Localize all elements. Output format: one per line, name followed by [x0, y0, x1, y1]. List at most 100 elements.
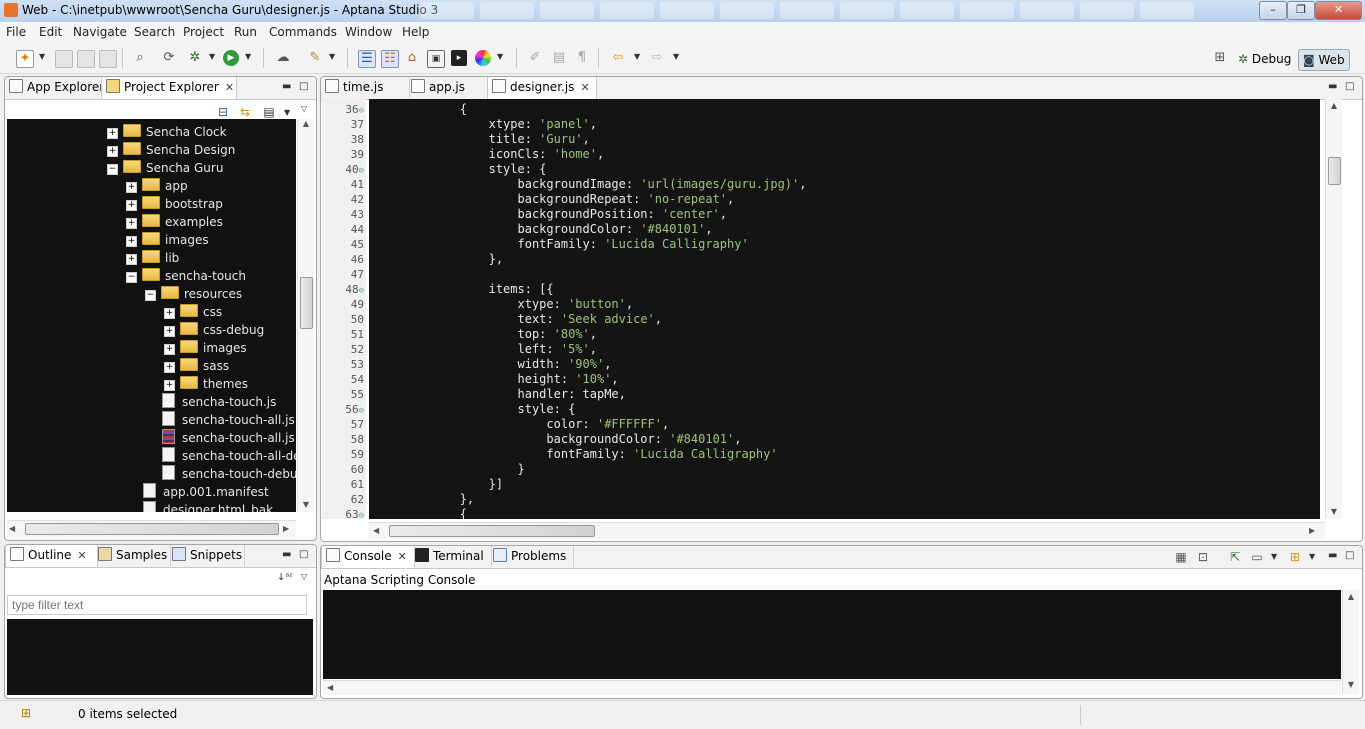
- expand-icon[interactable]: +: [126, 218, 137, 229]
- tab-app-js[interactable]: app.js: [407, 77, 490, 98]
- tab-designer-js[interactable]: designer.js ✕: [487, 77, 597, 99]
- tab-outline[interactable]: Outline ✕: [5, 545, 98, 567]
- wand-icon[interactable]: ✎: [307, 50, 323, 66]
- collapse-icon[interactable]: −: [126, 272, 137, 283]
- collapse-icon[interactable]: −: [107, 164, 118, 175]
- new-file-icon[interactable]: ✦: [16, 50, 34, 68]
- outline-filter-input[interactable]: [7, 595, 307, 615]
- chevron-down-icon[interactable]: ▼: [245, 52, 251, 61]
- chevron-down-icon[interactable]: ▼: [39, 52, 45, 61]
- chevron-down-icon[interactable]: ▼: [209, 52, 215, 61]
- maximize-view-icon[interactable]: □: [299, 549, 308, 560]
- tree-item[interactable]: sencha-touch-all-debug.js: [145, 447, 296, 465]
- tree-item[interactable]: sencha-touch-all.js.gz: [145, 429, 296, 447]
- tree-item[interactable]: + themes: [164, 375, 248, 393]
- menu-help[interactable]: Help: [402, 25, 429, 39]
- view-options-chevron-icon[interactable]: ▽: [301, 104, 307, 113]
- scroll-thumb[interactable]: [389, 525, 595, 537]
- tab-app-explorer[interactable]: App Explorer: [5, 77, 104, 98]
- search-icon[interactable]: ⌕: [132, 50, 148, 66]
- chevron-down-icon[interactable]: ▼: [673, 52, 679, 61]
- pin-console-icon[interactable]: ⇱: [1227, 549, 1243, 565]
- expand-icon[interactable]: +: [164, 380, 175, 391]
- close-icon[interactable]: ✕: [77, 549, 86, 562]
- scroll-thumb[interactable]: [300, 277, 313, 329]
- collapse-all-icon[interactable]: ⊟: [215, 104, 231, 120]
- tab-time-js[interactable]: time.js: [321, 77, 410, 98]
- scroll-lock-icon[interactable]: ⊡: [1195, 549, 1211, 565]
- tree-item[interactable]: − Sencha Guru: [107, 159, 223, 177]
- scroll-left-icon[interactable]: ◀: [9, 524, 15, 533]
- menu-search[interactable]: Search: [134, 25, 175, 39]
- expand-icon[interactable]: +: [164, 326, 175, 337]
- scroll-left-icon[interactable]: ◀: [373, 526, 379, 535]
- tree-item[interactable]: + Sencha Clock: [107, 123, 227, 141]
- tree-item[interactable]: + images: [164, 339, 247, 357]
- minimize-button[interactable]: –: [1259, 1, 1287, 20]
- tree-item[interactable]: app.001.manifest: [126, 483, 269, 501]
- preview-icon[interactable]: ▣: [427, 50, 445, 68]
- tree-item[interactable]: sencha-touch.js: [145, 393, 276, 411]
- paragraph-icon[interactable]: ¶: [574, 50, 590, 66]
- tree-item[interactable]: − sencha-touch: [126, 267, 246, 285]
- expand-icon[interactable]: +: [126, 182, 137, 193]
- tree-item[interactable]: − resources: [145, 285, 242, 303]
- close-button[interactable]: ✕: [1315, 1, 1362, 20]
- tab-samples[interactable]: Samples: [94, 545, 171, 566]
- tree-item[interactable]: + bootstrap: [126, 195, 223, 213]
- collapse-icon[interactable]: −: [145, 290, 156, 301]
- display-console-icon[interactable]: ▭: [1249, 549, 1265, 565]
- tree-vertical-scrollbar[interactable]: ▲ ▼: [297, 119, 314, 512]
- tree-item[interactable]: designer.html_bak: [126, 501, 273, 512]
- new-item-icon[interactable]: ⊞: [18, 705, 34, 721]
- console-horizontal-scrollbar[interactable]: ◀: [323, 680, 1341, 695]
- tree-item[interactable]: + sass: [164, 357, 229, 375]
- expand-icon[interactable]: +: [164, 362, 175, 373]
- run-icon[interactable]: ▶: [223, 50, 239, 66]
- expand-icon[interactable]: +: [126, 254, 137, 265]
- scroll-down-icon[interactable]: ▼: [298, 500, 314, 509]
- web-perspective-button[interactable]: ◙ Web: [1298, 49, 1350, 71]
- scroll-thumb[interactable]: [25, 523, 279, 535]
- expand-icon[interactable]: +: [107, 128, 118, 139]
- scroll-right-icon[interactable]: ▶: [283, 524, 289, 533]
- back-arrow-icon[interactable]: ⇦: [610, 50, 626, 66]
- expand-icon[interactable]: +: [164, 308, 175, 319]
- menu-file[interactable]: File: [6, 25, 26, 39]
- home-icon[interactable]: ⌂: [404, 50, 420, 66]
- open-perspective-icon[interactable]: ⊞: [1212, 50, 1228, 66]
- scroll-left-icon[interactable]: ◀: [327, 683, 333, 692]
- deploy-icon[interactable]: ☁: [275, 50, 291, 66]
- scroll-up-icon[interactable]: ▲: [298, 119, 314, 128]
- clear-console-icon[interactable]: ▦: [1173, 549, 1189, 565]
- save-all-icon[interactable]: [77, 50, 95, 68]
- tab-snippets[interactable]: Snippets: [168, 545, 245, 566]
- debug-bug-icon[interactable]: ✲: [187, 50, 203, 66]
- tab-problems[interactable]: Problems: [489, 546, 574, 567]
- fold-marker-icon[interactable]: ⊖: [359, 286, 364, 296]
- tree-item[interactable]: + images: [126, 231, 209, 249]
- close-icon[interactable]: ✕: [225, 81, 234, 94]
- tree-item[interactable]: + css: [164, 303, 222, 321]
- chevron-down-icon[interactable]: ▼: [284, 108, 290, 117]
- menu-commands[interactable]: Commands: [269, 25, 337, 39]
- forward-arrow-icon[interactable]: ⇨: [649, 50, 665, 66]
- block-select-icon[interactable]: ▤: [551, 50, 567, 66]
- fold-marker-icon[interactable]: ⊖: [359, 166, 364, 176]
- open-console-icon[interactable]: ⊞: [1287, 549, 1303, 565]
- maximize-button[interactable]: ❐: [1287, 1, 1315, 20]
- code-editor[interactable]: { xtype: 'panel', title: 'Guru', iconCls…: [369, 99, 1320, 519]
- close-icon[interactable]: ✕: [398, 550, 407, 563]
- debug-perspective-button[interactable]: ✲ Debug: [1234, 49, 1295, 69]
- terminal-icon[interactable]: ▸: [451, 50, 467, 66]
- expand-icon[interactable]: +: [107, 146, 118, 157]
- chevron-down-icon[interactable]: ▼: [1271, 552, 1277, 561]
- menu-window[interactable]: Window: [345, 25, 392, 39]
- menu-edit[interactable]: Edit: [39, 25, 62, 39]
- console-output[interactable]: [323, 590, 1341, 679]
- minimize-view-icon[interactable]: ▬: [282, 549, 291, 560]
- expand-icon[interactable]: +: [164, 344, 175, 355]
- view-options-chevron-icon[interactable]: ▽: [301, 572, 307, 581]
- chevron-down-icon[interactable]: ▼: [329, 52, 335, 61]
- project-explorer-toggle-icon[interactable]: ☷: [381, 50, 399, 68]
